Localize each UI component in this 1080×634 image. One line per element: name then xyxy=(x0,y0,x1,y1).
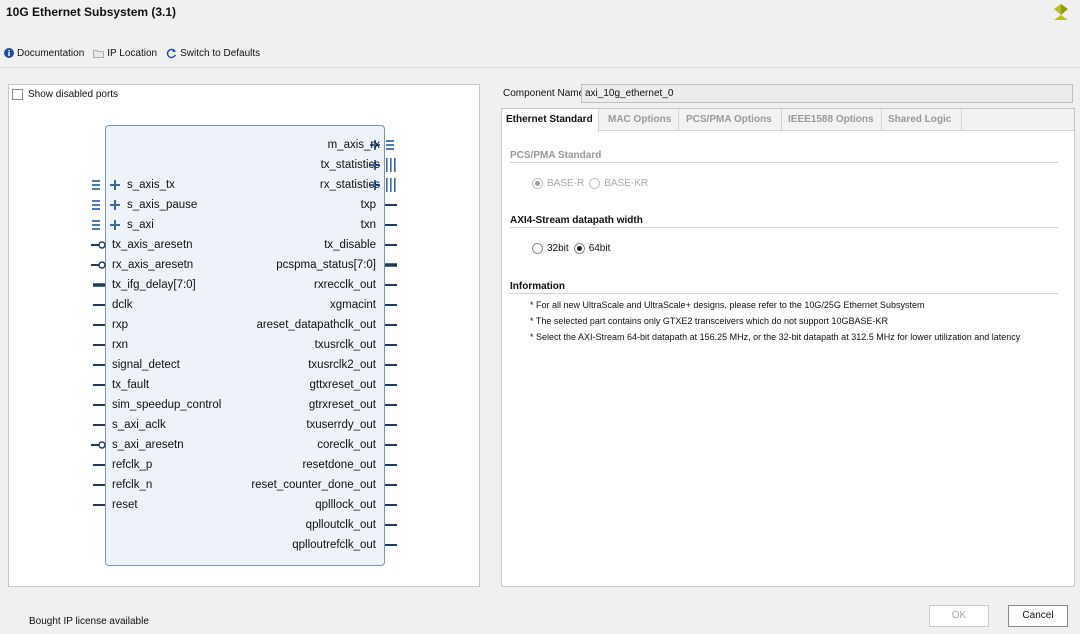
port-label-sim-speedup-control: sim_speedup_control xyxy=(112,399,222,411)
port-label-qplloutclk-out: qplloutclk_out xyxy=(305,519,376,531)
port-label-txusrclk-out: txusrclk_out xyxy=(314,339,376,351)
information-line: * For all new UltraScale and UltraScale+… xyxy=(530,300,925,310)
base-kr-radio[interactable] xyxy=(589,178,601,189)
port-label-txusrclk2-out: txusrclk2_out xyxy=(308,359,376,371)
base-r-option[interactable]: BASE-R xyxy=(532,178,584,189)
port-label-s-axis-tx: s_axis_tx xyxy=(127,179,175,191)
port-label-qplllock-out: qplllock_out xyxy=(315,499,376,511)
bus-port-icon-s-axi xyxy=(92,220,100,230)
tab-container: Ethernet Standard MAC Options PCS/PMA Op… xyxy=(501,108,1075,587)
component-name-label: Component Name xyxy=(503,88,585,99)
ip-symbol-panel: Show disabled ports s_axis_tx s_axis_paus… xyxy=(8,84,480,587)
port-label-gtrxreset-out: gtrxreset_out xyxy=(308,399,376,411)
component-name-input[interactable]: axi_10g_ethernet_0 xyxy=(581,84,1073,103)
64bit-option[interactable]: 64bit xyxy=(573,243,611,254)
base-kr-label: BASE-KR xyxy=(604,178,649,189)
tab-mac-options[interactable]: MAC Options xyxy=(604,109,679,131)
checkbox-box[interactable] xyxy=(12,89,23,100)
axi-stream-width-title: AXI4-Stream datapath width xyxy=(510,215,643,226)
bus-port-icon-m-axis-rx xyxy=(386,140,394,150)
port-label-rxp: rxp xyxy=(112,319,128,331)
port-label-resetdone-out: resetdone_out xyxy=(302,459,376,471)
port-label-tx-axis-aresetn: tx_axis_aresetn xyxy=(112,239,193,251)
tab-ethernet-standard[interactable]: Ethernet Standard xyxy=(502,109,599,132)
section-divider xyxy=(510,162,1058,163)
32bit-label: 32bit xyxy=(547,243,569,254)
show-disabled-ports-checkbox[interactable]: Show disabled ports xyxy=(12,89,118,100)
port-label-tx-ifg-delay: tx_ifg_delay[7:0] xyxy=(112,279,196,291)
port-label-s-axis-pause: s_axis_pause xyxy=(127,199,198,211)
refresh-icon xyxy=(166,48,177,59)
32bit-radio[interactable] xyxy=(532,243,543,254)
port-label-reset: reset xyxy=(112,499,138,511)
port-label-tx-statistics: tx_statistics xyxy=(320,159,380,171)
pcs-pma-standard-radio-group: BASE-R BASE-KR xyxy=(532,178,653,189)
port-label-rx-statistics: rx_statistics xyxy=(319,179,380,191)
32bit-option[interactable]: 32bit xyxy=(532,243,569,254)
port-label-rxn: rxn xyxy=(112,339,128,351)
tab-shared-logic[interactable]: Shared Logic xyxy=(884,109,962,131)
tab-bar: Ethernet Standard MAC Options PCS/PMA Op… xyxy=(502,109,1074,132)
configuration-panel: Component Name axi_10g_ethernet_0 Ethern… xyxy=(501,84,1075,587)
port-label-reset-counter-done-out: reset_counter_done_out xyxy=(251,479,376,491)
section-divider xyxy=(510,293,1058,294)
ip-location-label: IP Location xyxy=(107,47,158,59)
tab-pcs-pma-options[interactable]: PCS/PMA Options xyxy=(682,109,782,131)
64bit-radio[interactable] xyxy=(573,243,585,254)
documentation-label: Documentation xyxy=(17,47,85,59)
tab-ieee1588-options[interactable]: IEEE1588 Options xyxy=(784,109,882,131)
bus-port-icon-s-axis-tx xyxy=(92,180,100,190)
folder-icon xyxy=(93,49,105,58)
port-label-refclk-n: refclk_n xyxy=(112,479,153,491)
port-label-rxrecclk-out: rxrecclk_out xyxy=(314,279,376,291)
switch-to-defaults-label: Switch to Defaults xyxy=(180,47,261,59)
axi-stream-width-radio-group: 32bit 64bit xyxy=(532,243,615,254)
port-label-refclk-p: refclk_p xyxy=(112,459,153,471)
port-label-m-axis-rx: m_axis_rx xyxy=(327,139,380,151)
port-label-xgmacint: xgmacint xyxy=(329,299,376,311)
port-label-txp: txp xyxy=(360,199,376,211)
vector-port-icon-rx-statistics xyxy=(386,178,396,192)
port-label-txuserrdy-out: txuserrdy_out xyxy=(306,419,376,431)
switch-to-defaults-button[interactable]: Switch to Defaults xyxy=(166,48,260,59)
port-label-dclk: dclk xyxy=(112,299,133,311)
port-label-gttxreset-out: gttxreset_out xyxy=(309,379,376,391)
base-kr-option[interactable]: BASE-KR xyxy=(589,178,648,189)
port-label-pcspma-status: pcspma_status[7:0] xyxy=(276,259,376,271)
pcs-pma-standard-title: PCS/PMA Standard xyxy=(510,150,602,161)
64bit-label: 64bit xyxy=(588,243,611,254)
window-title: 10G Ethernet Subsystem (3.1) xyxy=(6,5,177,19)
port-label-tx-disable: tx_disable xyxy=(324,239,376,251)
ok-button[interactable]: OK xyxy=(929,605,989,627)
port-label-qplloutrefclk-out: qplloutrefclk_out xyxy=(292,539,376,551)
port-label-s-axi-aclk: s_axi_aclk xyxy=(112,419,166,431)
base-r-radio[interactable] xyxy=(532,178,543,189)
toolbar-divider xyxy=(0,67,1080,68)
information-line: * Select the AXI-Stream 64-bit datapath … xyxy=(530,332,1021,342)
cancel-button[interactable]: Cancel xyxy=(1008,605,1068,627)
bus-port-icon-s-axis-pause xyxy=(92,200,100,210)
vendor-logo-icon xyxy=(1050,3,1072,23)
vector-port-icon-tx-statistics xyxy=(386,158,396,172)
port-label-coreclk-out: coreclk_out xyxy=(317,439,376,451)
port-label-s-axi: s_axi xyxy=(127,219,154,231)
information-title: Information xyxy=(510,281,565,292)
info-icon xyxy=(4,48,14,58)
port-label-rx-axis-aresetn: rx_axis_aresetn xyxy=(112,259,194,271)
show-disabled-ports-label: Show disabled ports xyxy=(28,89,119,100)
section-divider xyxy=(510,227,1058,228)
license-status: Bought IP license available xyxy=(29,616,149,627)
ip-location-button[interactable]: IP Location xyxy=(93,48,157,59)
information-line: * The selected part contains only GTXE2 … xyxy=(530,316,889,326)
toolbar: Documentation IP Location Switch to Defa… xyxy=(4,46,269,60)
port-label-txn: txn xyxy=(360,219,376,231)
documentation-button[interactable]: Documentation xyxy=(4,48,84,59)
port-label-areset-datapathclk-out: areset_datapathclk_out xyxy=(256,319,376,331)
base-r-label: BASE-R xyxy=(547,178,585,189)
port-label-tx-fault: tx_fault xyxy=(112,379,150,391)
port-label-signal-detect: signal_detect xyxy=(112,359,180,371)
port-label-s-axi-aresetn: s_axi_aresetn xyxy=(112,439,184,451)
